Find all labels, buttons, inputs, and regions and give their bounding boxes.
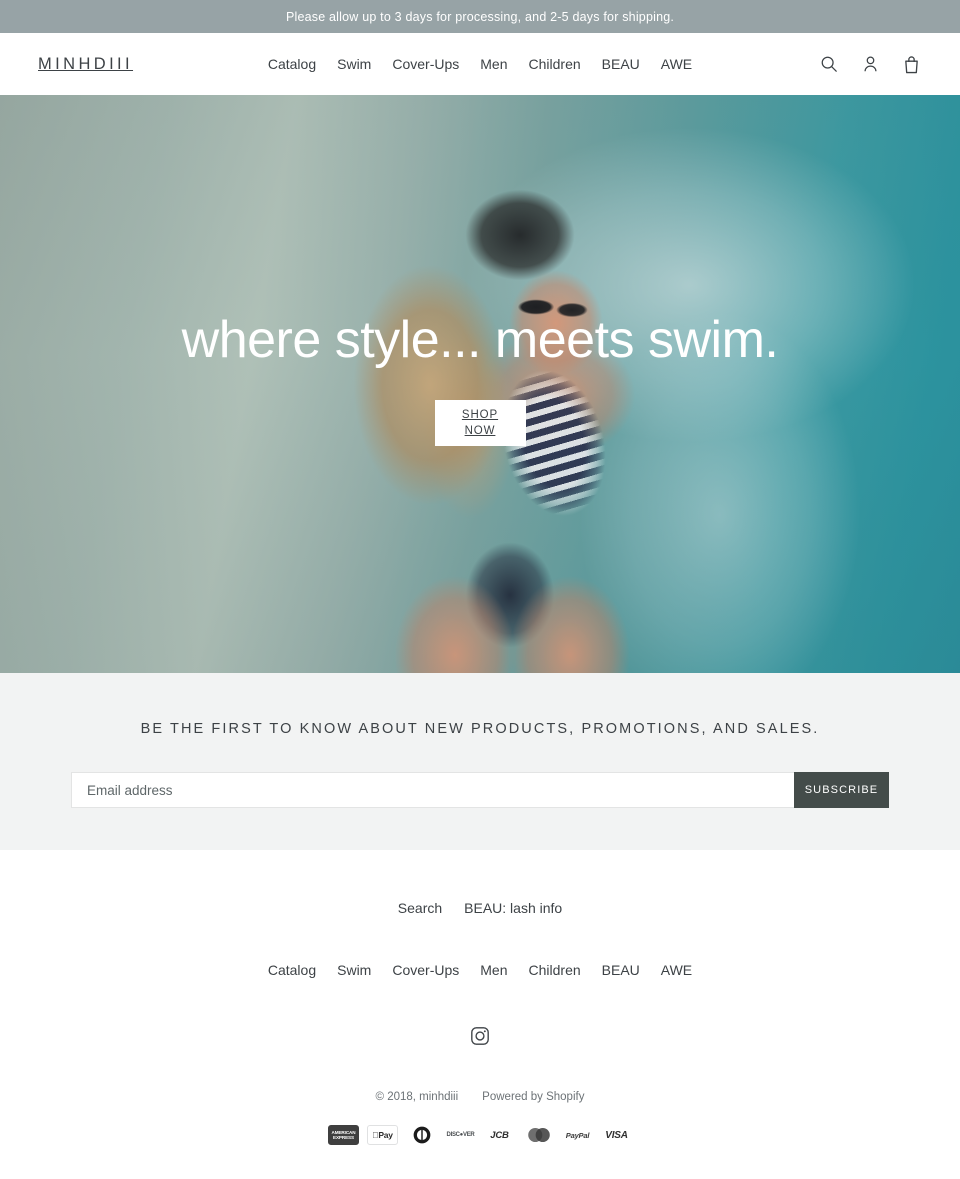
american-express-icon: AMERICAN EXPRESS xyxy=(328,1125,359,1145)
paypal-icon: PayPal xyxy=(562,1125,593,1145)
footer-nav-swim[interactable]: Swim xyxy=(337,962,371,978)
announcement-text: Please allow up to 3 days for processing… xyxy=(285,9,675,24)
apple-pay-icon: Pay xyxy=(367,1125,398,1145)
hero-content: where style... meets swim. SHOP NOW xyxy=(0,95,960,673)
powered-by-shopify-link[interactable]: Powered by Shopify xyxy=(482,1091,584,1103)
nav-item-awe[interactable]: AWE xyxy=(661,56,692,72)
footer-meta: © 2018, minhdiii Powered by Shopify xyxy=(376,1091,585,1103)
nav-item-catalog[interactable]: Catalog xyxy=(268,56,316,72)
discover-icon: DISC●VER xyxy=(445,1125,476,1145)
nav-item-beau[interactable]: BEAU xyxy=(602,56,640,72)
cart-icon[interactable] xyxy=(900,53,922,75)
site-logo[interactable]: MINHDIII xyxy=(38,55,133,74)
main-navigation: Catalog Swim Cover-Ups Men Children BEAU… xyxy=(268,56,692,72)
footer-nav-cover-ups[interactable]: Cover-Ups xyxy=(392,962,459,978)
payment-methods: AMERICANEXPRESS Pay DISC●VER JCB PayPal… xyxy=(328,1125,632,1175)
mastercard-icon xyxy=(523,1125,554,1145)
site-footer: Search BEAU: lash info Catalog Swim Cove… xyxy=(0,850,960,1175)
hero-banner: where style... meets swim. SHOP NOW xyxy=(0,95,960,673)
copyright-text: © 2018, minhdiii xyxy=(375,1091,459,1103)
account-icon[interactable] xyxy=(859,53,881,75)
footer-link-search[interactable]: Search xyxy=(398,900,442,916)
hero-title: where style... meets swim. xyxy=(181,311,779,369)
jcb-icon: JCB xyxy=(484,1125,515,1145)
footer-nav-catalog[interactable]: Catalog xyxy=(268,962,316,978)
footer-secondary-links: Search BEAU: lash info xyxy=(398,900,562,916)
header-icon-group xyxy=(818,53,922,75)
newsletter-form: SUBSCRIBE xyxy=(71,772,889,808)
shop-now-line-1: SHOP xyxy=(461,408,499,421)
search-icon[interactable] xyxy=(818,53,840,75)
instagram-icon[interactable] xyxy=(469,1025,491,1047)
email-input[interactable] xyxy=(71,772,794,808)
nav-item-cover-ups[interactable]: Cover-Ups xyxy=(392,56,459,72)
nav-item-swim[interactable]: Swim xyxy=(337,56,371,72)
newsletter-heading: BE THE FIRST TO KNOW ABOUT NEW PRODUCTS,… xyxy=(140,721,820,737)
nav-item-children[interactable]: Children xyxy=(529,56,581,72)
announcement-bar: Please allow up to 3 days for processing… xyxy=(0,0,960,33)
footer-link-beau-lash-info[interactable]: BEAU: lash info xyxy=(464,900,562,916)
newsletter-section: BE THE FIRST TO KNOW ABOUT NEW PRODUCTS,… xyxy=(0,673,960,850)
site-header: MINHDIII Catalog Swim Cover-Ups Men Chil… xyxy=(0,33,960,95)
nav-item-men[interactable]: Men xyxy=(480,56,507,72)
footer-nav-beau[interactable]: BEAU xyxy=(602,962,640,978)
subscribe-button[interactable]: SUBSCRIBE xyxy=(794,772,889,808)
footer-navigation: Catalog Swim Cover-Ups Men Children BEAU… xyxy=(268,962,692,978)
shop-now-button[interactable]: SHOP NOW xyxy=(434,399,526,446)
diners-club-icon xyxy=(406,1125,437,1145)
shop-now-line-2: NOW xyxy=(464,424,496,437)
footer-social-links xyxy=(469,1025,491,1047)
footer-nav-children[interactable]: Children xyxy=(529,962,581,978)
footer-nav-men[interactable]: Men xyxy=(480,962,507,978)
footer-nav-awe[interactable]: AWE xyxy=(661,962,692,978)
visa-icon: VISA xyxy=(601,1125,632,1145)
